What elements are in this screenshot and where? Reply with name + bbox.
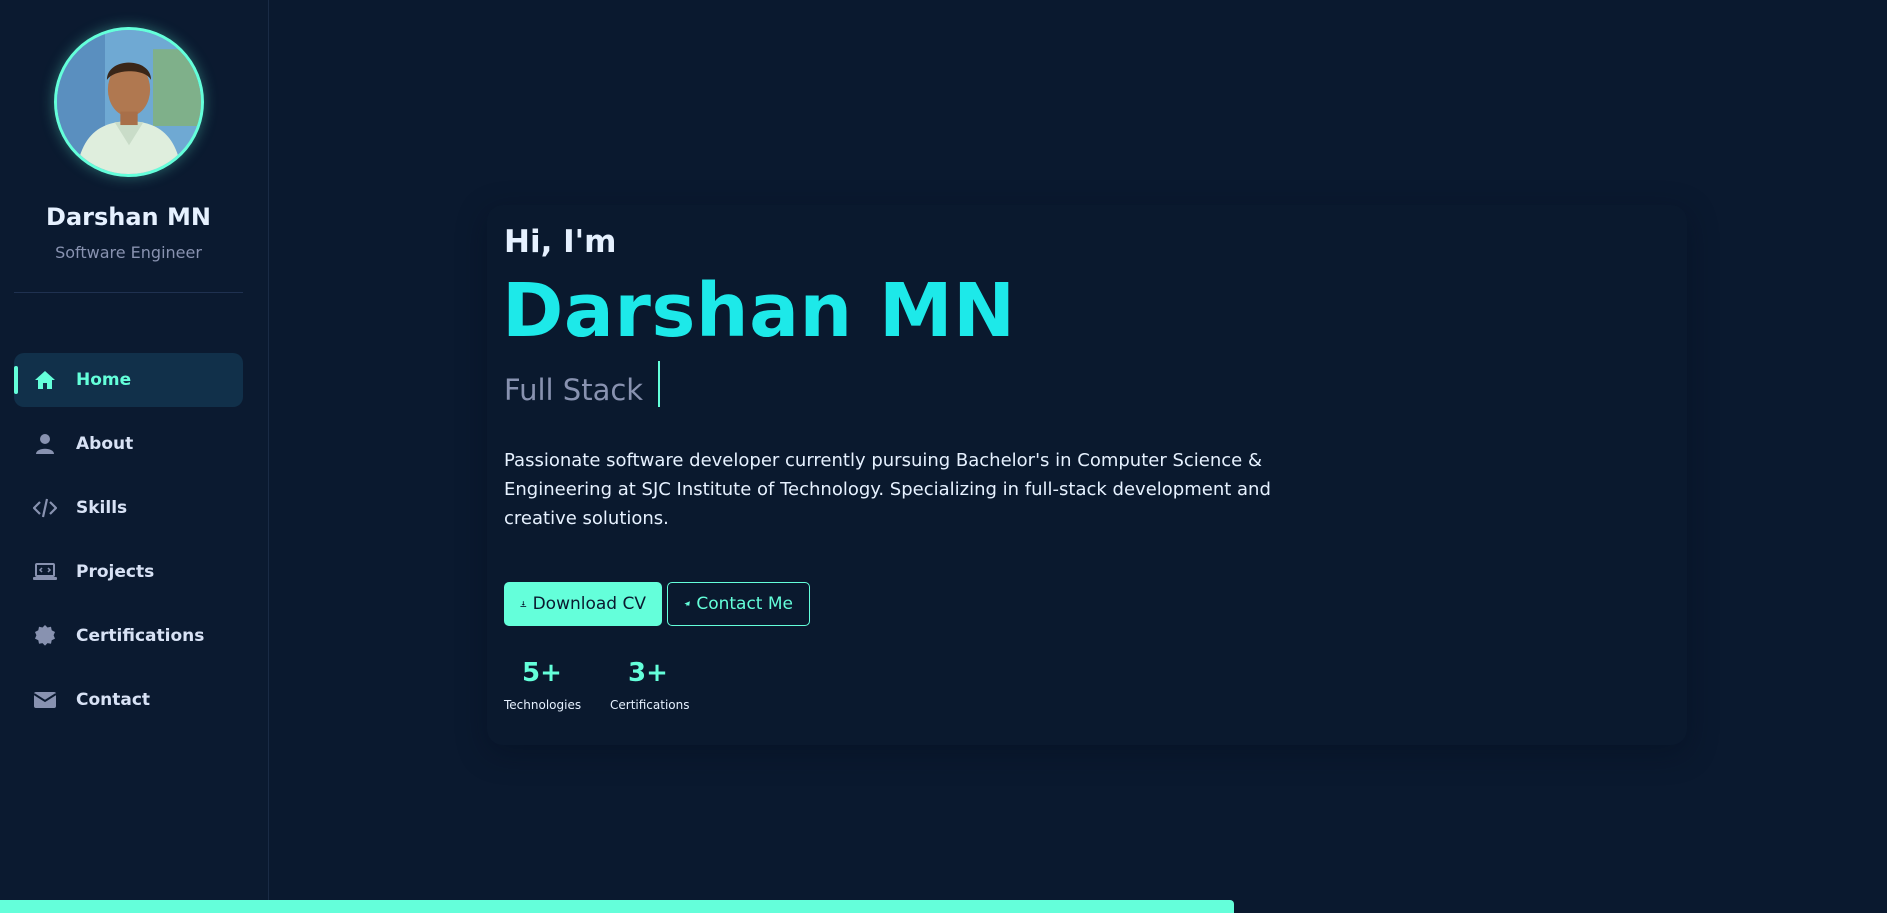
nav-label-skills: Skills: [76, 498, 128, 518]
profile-name: Darshan MN: [46, 203, 211, 231]
contact-me-button[interactable]: Contact Me: [667, 582, 810, 626]
typed-role: Full Stack: [504, 361, 661, 413]
stat-value: 3+: [628, 658, 668, 688]
stat-technologies: 5+ Technologies: [504, 654, 582, 712]
scroll-progress-fill: [0, 900, 1235, 913]
sidebar-nav: Home About Skills Projects Certification…: [14, 353, 243, 737]
stat-label: Certifications: [610, 698, 690, 712]
download-cv-label: Download CV: [532, 594, 646, 614]
download-icon: [520, 601, 527, 607]
typed-text: Full Stack: [504, 373, 644, 407]
hero-description: Passionate software developer currently …: [504, 450, 1271, 529]
user-icon: [32, 431, 58, 457]
nav-item-about[interactable]: About: [14, 417, 243, 471]
download-cv-button[interactable]: Download CV: [504, 582, 662, 626]
home-icon: [32, 367, 58, 393]
stat-label: Technologies: [504, 698, 582, 712]
envelope-icon: [32, 687, 58, 713]
contact-me-label: Contact Me: [696, 594, 793, 614]
sidebar: Darshan MN Software Engineer Home About …: [0, 0, 269, 913]
certificate-icon: [32, 623, 58, 649]
nav-label-certifications: Certifications: [76, 626, 205, 646]
stat-value: 5+: [522, 658, 562, 688]
nav-item-skills[interactable]: Skills: [14, 481, 243, 535]
laptop-code-icon: [32, 559, 58, 585]
nav-label-home: Home: [76, 370, 132, 390]
nav-label-contact: Contact: [76, 690, 151, 710]
hero-greeting: Hi, I'm: [504, 224, 617, 260]
stat-certifications: 3+ Certifications: [610, 654, 690, 712]
nav-item-home[interactable]: Home: [14, 353, 243, 407]
profile-role: Software Engineer: [55, 243, 202, 262]
sidebar-divider: [14, 292, 243, 293]
scroll-progress-bar: [0, 900, 1887, 913]
nav-item-certifications[interactable]: Certifications: [14, 609, 243, 663]
nav-label-projects: Projects: [76, 562, 155, 582]
nav-item-contact[interactable]: Contact: [14, 673, 243, 727]
hero-name: Darshan MN: [502, 268, 1016, 354]
paper-plane-icon: [684, 601, 690, 607]
nav-item-projects[interactable]: Projects: [14, 545, 243, 599]
nav-label-about: About: [76, 434, 134, 454]
code-icon: [32, 495, 58, 521]
avatar: [54, 27, 204, 177]
typing-cursor: [658, 361, 661, 407]
profile-photo: [57, 30, 201, 174]
